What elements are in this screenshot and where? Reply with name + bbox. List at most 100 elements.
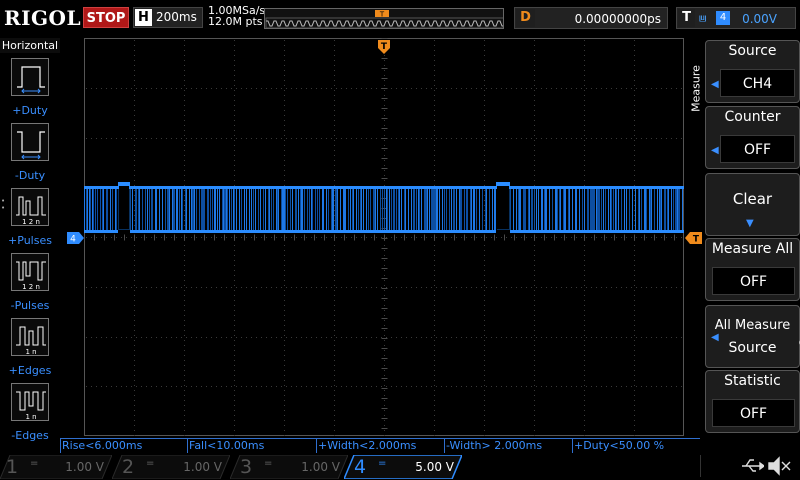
measure-all-value: OFF — [712, 267, 795, 295]
source-value: CH4 — [720, 69, 795, 97]
channel-1-scale: 1.00 V — [65, 460, 104, 474]
rising-edge-icon: ⩏ — [699, 11, 707, 26]
channel-4-number: 4 — [354, 456, 367, 478]
menu-title-text: Measure — [689, 65, 703, 112]
neg-pulses-label: -Pulses — [10, 299, 50, 312]
channel-2-indicator[interactable]: 2 = 1.00 V — [112, 455, 230, 479]
counter-value: OFF — [720, 135, 795, 163]
trigger-indicator[interactable]: T ⩏ 4 0.00V — [676, 7, 796, 29]
dc-coupling-icon: = — [146, 458, 155, 469]
delay-value: 0.00000000ps — [574, 12, 661, 26]
channel-4-scale: 5.00 V — [415, 460, 454, 474]
measure-menu: Measure Source ◀ CH4 Counter ◀ OFF Clear… — [690, 38, 800, 438]
pos-duty-icon — [11, 58, 49, 96]
memory-overview-waveform: T — [265, 10, 503, 28]
measure-all-button[interactable]: Measure All OFF — [705, 238, 800, 301]
delay-label: D — [516, 9, 535, 27]
all-measure-source-button[interactable]: All Measure ◀ Source — [705, 305, 800, 368]
memory-trigger-marker: T — [379, 11, 385, 19]
run-stop-indicator[interactable]: STOP — [83, 7, 129, 28]
all-measure-title: All Measure — [714, 318, 791, 333]
trigger-level: 0.00V — [742, 12, 777, 26]
channel-3-number: 3 — [240, 456, 253, 478]
measurement-pos-duty[interactable]: +Duty<50.00 % — [572, 438, 700, 453]
acquisition-info: 1.00MSa/s 12.0M pts — [208, 5, 265, 27]
measure-neg-pulses[interactable]: 1 2 n -Pulses — [0, 253, 60, 317]
counter-button[interactable]: Counter ◀ OFF — [705, 106, 800, 169]
ch4-waveform — [84, 182, 684, 233]
channel-1-number: 1 — [6, 456, 19, 478]
measurement-pos-width[interactable]: +Width<2.000ms — [316, 438, 444, 453]
neg-edges-label: -Edges — [11, 429, 49, 442]
trigger-source: 4 — [716, 11, 730, 25]
timebase-indicator[interactable]: H 200ms — [133, 7, 203, 28]
left-arrow-icon: ◀ — [711, 145, 719, 156]
trigger-level-label: T — [693, 235, 700, 245]
status-divider — [700, 455, 701, 477]
waveform-display[interactable]: T — [84, 38, 684, 436]
timebase-value: 200ms — [156, 10, 197, 24]
trigger-label: T — [678, 9, 695, 27]
dc-coupling-icon: = — [30, 458, 39, 469]
channel-1-indicator[interactable]: 1 = 1.00 V — [0, 455, 112, 479]
panel-title: Horizontal — [0, 38, 60, 53]
pulses-subtext: 1 2 n — [22, 283, 40, 291]
measurement-neg-width[interactable]: -Width> 2.000ms — [444, 438, 572, 453]
neg-duty-icon — [11, 123, 49, 161]
neg-edges-icon: 1 n — [11, 383, 49, 421]
timebase-label: H — [135, 9, 152, 26]
measurement-results-bar: Rise<6.000ms Fall<10.00ms +Width<2.000ms… — [60, 438, 700, 453]
statistic-value: OFF — [712, 399, 795, 427]
channel-3-indicator[interactable]: 3 = 1.00 V — [230, 455, 348, 479]
trigger-level-marker[interactable]: T — [685, 232, 703, 244]
dc-coupling-icon: = — [378, 458, 387, 469]
down-arrow-icon: ▼ — [746, 218, 754, 229]
pos-pulses-label: +Pulses — [8, 234, 52, 247]
pos-edges-icon: 1 n — [11, 318, 49, 356]
statistic-button[interactable]: Statistic OFF — [705, 370, 800, 433]
measurement-rise[interactable]: Rise<6.000ms — [60, 438, 187, 453]
channel-2-number: 2 — [122, 456, 135, 478]
channel-4-indicator[interactable]: 4 = 5.00 V — [344, 455, 462, 479]
trigger-position-label: T — [381, 42, 388, 52]
measure-neg-duty[interactable]: -Duty — [0, 123, 60, 187]
clear-button[interactable]: Clear ▼ — [705, 173, 800, 236]
all-measure-source-value: Source — [728, 340, 777, 356]
pulses-subtext: 1 2 n — [22, 218, 40, 226]
neg-pulses-icon: 1 2 n — [11, 253, 49, 291]
dc-coupling-icon: = — [264, 458, 273, 469]
rigol-logo: RIGOL — [4, 6, 82, 30]
measure-neg-edges[interactable]: 1 n -Edges — [0, 383, 60, 447]
graticule: T — [84, 38, 684, 436]
edges-subtext: 1 n — [25, 348, 36, 356]
trigger-delay-indicator[interactable]: D 0.00000000ps — [514, 7, 668, 29]
clear-title: Clear — [732, 190, 773, 208]
measurement-fall[interactable]: Fall<10.00ms — [187, 438, 316, 453]
channel-3-scale: 1.00 V — [301, 460, 340, 474]
pos-pulses-icon: 1 2 n — [11, 188, 49, 226]
channel-2-scale: 1.00 V — [183, 460, 222, 474]
edges-subtext: 1 n — [25, 413, 36, 421]
ch4-offset-marker[interactable]: 4 — [67, 232, 85, 244]
ch4-offset-label: 4 — [70, 235, 76, 245]
memory-depth: 12.0M pts — [208, 15, 263, 28]
trigger-position-marker[interactable]: T — [378, 40, 390, 54]
measure-all-title: Measure All — [711, 241, 794, 257]
pos-duty-label: +Duty — [12, 104, 48, 117]
speaker-muted-icon[interactable] — [766, 454, 792, 478]
top-status-bar: RIGOL STOP H 200ms 1.00MSa/s 12.0M pts T… — [0, 0, 800, 38]
measure-pos-pulses[interactable]: 1 2 n +Pulses — [0, 188, 60, 252]
measure-pos-edges[interactable]: 1 n +Edges — [0, 318, 60, 382]
channel-status-bar: 1 = 1.00 V 2 = 1.00 V 3 = 1.00 V 4 = 5.0… — [0, 453, 800, 480]
counter-title: Counter — [724, 109, 781, 125]
source-title: Source — [728, 43, 777, 59]
left-arrow-icon: ◀ — [711, 79, 719, 90]
neg-duty-label: -Duty — [14, 169, 46, 182]
memory-overview-strip[interactable]: T — [264, 8, 504, 29]
statistic-title: Statistic — [724, 373, 781, 389]
menu-title: Measure — [689, 48, 703, 148]
measure-pos-duty[interactable]: +Duty — [0, 58, 60, 122]
horizontal-measure-panel: Horizontal +Duty -Duty • • 1 2 n +Pulses… — [0, 38, 60, 442]
source-button[interactable]: Source ◀ CH4 — [705, 40, 800, 103]
pos-edges-label: +Edges — [8, 364, 52, 377]
